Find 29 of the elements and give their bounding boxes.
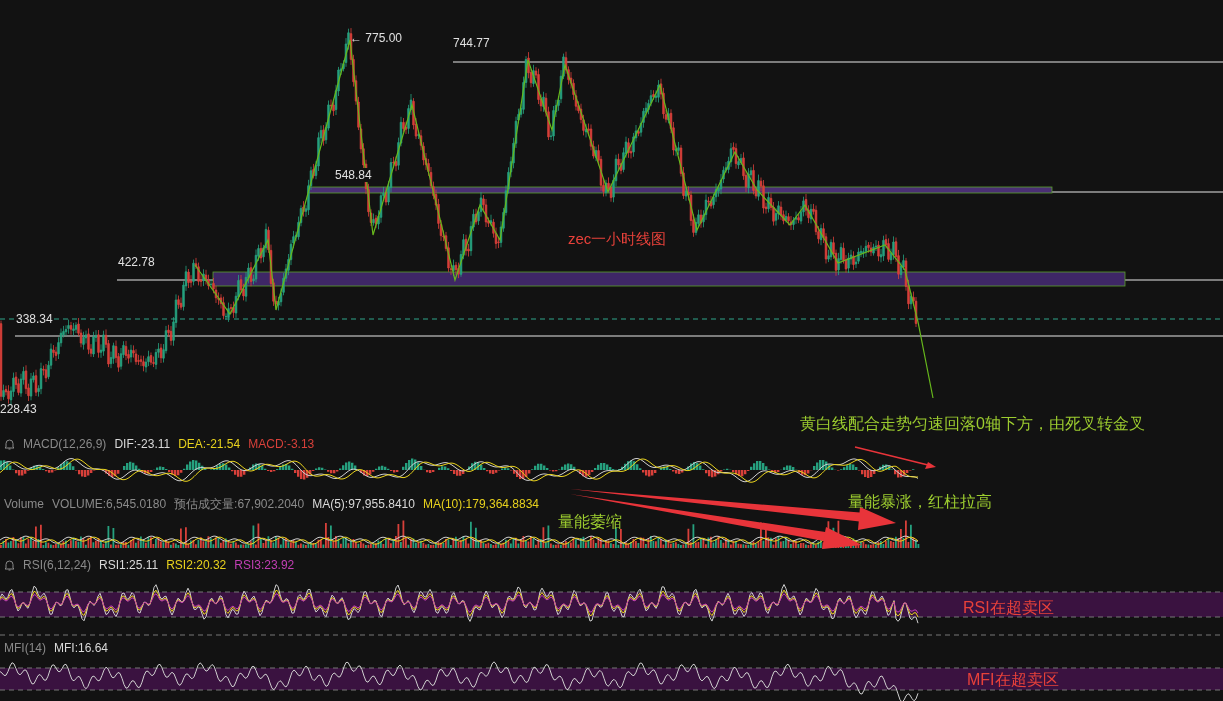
annotation-text: 量能萎缩: [558, 512, 622, 532]
price-label: ← 775.00: [350, 31, 403, 45]
indicator-value: DIF:-23.11: [114, 437, 171, 451]
indicator-value: MA(5):97,955.8410: [312, 497, 415, 511]
annotation-text: MFI在超卖区: [967, 670, 1059, 690]
indicator-value: MFI:16.64: [54, 641, 109, 655]
price-label: 338.34: [16, 312, 53, 326]
indicator-value: RSI3:23.92: [234, 558, 295, 572]
annotation-text: 黄白线配合走势匀速回落0轴下方，由死叉转金叉: [800, 414, 1145, 434]
price-label: 744.77: [453, 36, 490, 50]
indicator-name: MACD(12,26,9): [23, 437, 107, 451]
price-label: 548.84: [335, 168, 372, 182]
bell-icon[interactable]: [4, 438, 15, 450]
bell-icon[interactable]: [4, 559, 15, 571]
chart-title-note: zec一小时线图: [568, 230, 667, 249]
annotation-text: RSI在超卖区: [963, 598, 1054, 618]
indicator-value: 预估成交量:67,902.2040: [174, 495, 305, 513]
indicator-name: MFI(14): [4, 641, 46, 655]
price-label: 422.78: [118, 255, 155, 269]
indicator-value: VOLUME:6,545.0180: [52, 497, 167, 511]
indicator-value: DEA:-21.54: [178, 437, 241, 451]
indicator-name: RSI(6,12,24): [23, 558, 92, 572]
indicator-value: RSI2:20.32: [166, 558, 227, 572]
indicator-value: MA(10):179,364.8834: [422, 497, 539, 511]
indicator-value: RSI1:25.11: [99, 558, 159, 572]
price-label: 228.43: [0, 402, 37, 416]
indicator-value: MACD:-3.13: [248, 437, 315, 451]
indicator-name: Volume: [4, 497, 45, 511]
annotation-text: 量能暴涨，红柱拉高: [848, 492, 992, 512]
